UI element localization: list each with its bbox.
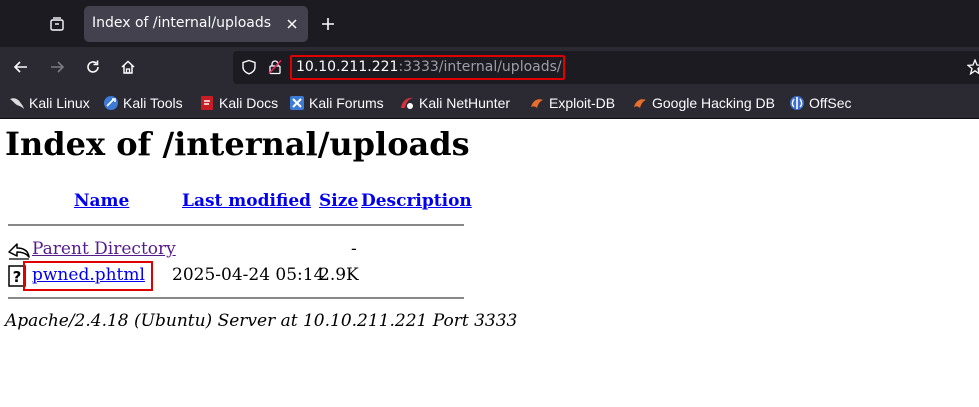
bookmark-kali-tools[interactable]: Kali Tools — [103, 94, 183, 112]
new-tab-icon[interactable] — [314, 10, 342, 38]
bookmark-label: Google Hacking DB — [652, 95, 775, 111]
column-last-modified-link[interactable]: Last modified — [182, 191, 311, 211]
home-icon[interactable] — [114, 53, 142, 81]
address-bar[interactable]: 10.10.211.221:3333/internal/uploads/ — [233, 51, 979, 84]
tab-active[interactable]: Index of /internal/uploads — [84, 6, 308, 42]
tab-title: Index of /internal/uploads — [92, 15, 272, 31]
bookmark-google-hacking-db[interactable]: Google Hacking DB — [632, 94, 775, 112]
navigation-bar: 10.10.211.221:3333/internal/uploads/ — [0, 47, 979, 88]
tab-list-icon[interactable] — [40, 8, 74, 40]
bookmarks-toolbar: Kali Linux Kali Tools Kali Docs Kali For… — [0, 88, 979, 119]
server-signature: Apache/2.4.18 (Ubuntu) Server at 10.10.2… — [5, 311, 518, 331]
bookmark-label: Exploit-DB — [549, 95, 616, 111]
bookmark-label: Kali NetHunter — [419, 95, 511, 111]
file-size: 2.9K — [319, 265, 359, 285]
url-host: 10.10.211.221 — [296, 59, 399, 75]
bookmark-offsec[interactable]: OffSec — [789, 94, 852, 112]
url-path: :3333/internal/uploads/ — [398, 59, 562, 75]
reload-icon[interactable] — [79, 53, 107, 81]
exploit-db-icon — [531, 99, 543, 108]
bookmark-exploit-db[interactable]: Exploit-DB — [529, 94, 615, 112]
page-title: Index of /internal/uploads — [5, 125, 470, 163]
column-size-link[interactable]: Size — [319, 191, 358, 211]
bookmark-label: Kali Tools — [123, 95, 183, 111]
parent-directory-link[interactable]: Parent Directory — [32, 239, 176, 259]
tab-bar: Index of /internal/uploads — [0, 0, 979, 47]
file-link-pwned-phtml[interactable]: pwned.phtml — [32, 265, 145, 285]
bookmark-label: OffSec — [809, 95, 852, 111]
kali-tools-icon — [104, 96, 118, 110]
table-divider-bottom — [8, 297, 464, 299]
column-description-link[interactable]: Description — [361, 191, 472, 211]
back-arrow-icon[interactable] — [7, 53, 35, 81]
bookmark-kali-linux[interactable]: Kali Linux — [9, 94, 90, 112]
kali-nethunter-icon — [401, 97, 413, 109]
bookmark-label: Kali Docs — [219, 95, 279, 111]
bookmark-label: Kali Linux — [29, 95, 90, 111]
insecure-lock-icon[interactable] — [267, 59, 283, 79]
file-last-modified: 2025-04-24 05:14 — [172, 265, 325, 285]
bookmark-star-icon[interactable] — [966, 58, 979, 79]
forward-arrow-icon[interactable] — [43, 53, 71, 81]
kali-forums-icon — [290, 96, 304, 110]
column-name-link[interactable]: Name — [74, 191, 129, 211]
page-content: Index of /internal/uploads Name Last mod… — [0, 119, 979, 407]
table-divider-top — [8, 224, 464, 226]
close-tab-icon[interactable] — [282, 14, 302, 34]
ghdb-icon — [634, 99, 646, 108]
parent-directory-size: - — [351, 239, 357, 259]
bookmark-kali-docs[interactable]: Kali Docs — [199, 94, 278, 112]
bookmark-label: Kali Forums — [309, 95, 384, 111]
svg-text:?: ? — [13, 268, 22, 286]
bookmark-kali-forums[interactable]: Kali Forums — [289, 94, 384, 112]
shield-icon[interactable] — [241, 59, 257, 79]
url-text[interactable]: 10.10.211.221:3333/internal/uploads/ — [296, 59, 562, 75]
offsec-icon — [790, 96, 804, 110]
bookmark-kali-nethunter[interactable]: Kali NetHunter — [399, 94, 510, 112]
kali-docs-icon — [201, 96, 213, 110]
kali-dragon-icon — [10, 98, 24, 109]
